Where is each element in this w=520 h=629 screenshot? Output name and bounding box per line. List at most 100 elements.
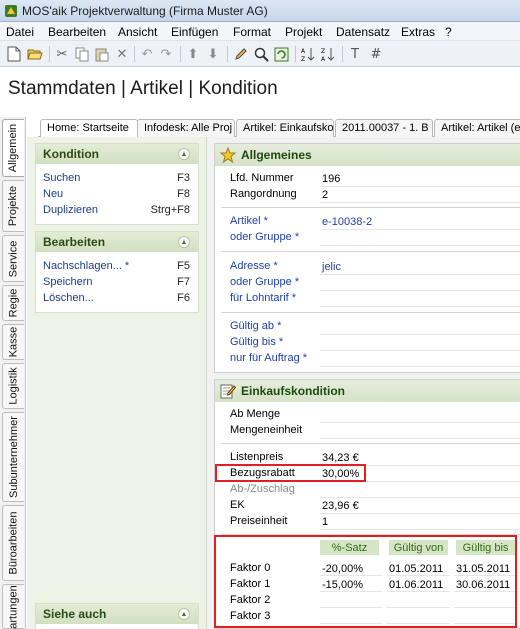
menu-bearbeiten[interactable]: Bearbeiten [48, 25, 106, 39]
mengeneinheit-field[interactable] [320, 424, 520, 439]
siehe-auch-header[interactable]: Siehe auch ▲ [36, 604, 198, 624]
redo-icon[interactable]: ↷ [157, 45, 175, 63]
kondition-box: Kondition ▲ Suchen F3 Neu F8 Duplizieren… [35, 143, 199, 225]
tab-projekt[interactable]: 2011.00037 - 1. B [335, 119, 433, 137]
vtab-label: Allgemein [7, 123, 20, 173]
vtab-label: Logistik [7, 367, 20, 405]
duplizieren-link[interactable]: Duplizieren [43, 204, 98, 216]
einkaufskondition-header[interactable]: Einkaufskondition [215, 380, 520, 402]
vtab-wartungen[interactable]: artungen [2, 584, 24, 629]
auftrag-label[interactable]: nur für Auftrag * [230, 352, 307, 364]
ab-menge-field[interactable] [320, 408, 520, 423]
preiseinheit-field[interactable]: 1 [320, 515, 520, 530]
kondition-header[interactable]: Kondition ▲ [36, 144, 198, 164]
shortcut-label: F3 [177, 172, 190, 184]
tab-infodesk[interactable]: Infodesk: Alle Proj [137, 119, 235, 137]
highlight-faktor-table [214, 535, 517, 628]
new-document-icon[interactable] [5, 45, 23, 63]
vtab-label: Projekte [7, 185, 20, 227]
menu-projekt[interactable]: Projekt [285, 25, 322, 39]
lohntarif-field[interactable] [320, 292, 520, 307]
copy-icon[interactable] [73, 45, 91, 63]
ek-field[interactable]: 23,96 € [320, 499, 520, 514]
siehe-auch-title: Siehe auch [43, 607, 107, 621]
refresh-icon[interactable] [272, 45, 290, 63]
vtab-logistik[interactable]: Logistik [2, 363, 24, 409]
artikel-label[interactable]: Artikel * [230, 215, 268, 227]
oder-gruppe-label[interactable]: oder Gruppe * [230, 276, 299, 288]
vtab-allgemein[interactable]: Allgemein [2, 119, 24, 177]
listenpreis-label: Listenpreis [230, 451, 284, 463]
tab-artikel[interactable]: Artikel: Artikel (e [434, 119, 520, 137]
delete-icon[interactable]: ✕ [113, 45, 131, 63]
vtab-regie[interactable]: Regie [2, 285, 24, 321]
app-icon [5, 5, 17, 17]
collapse-icon[interactable]: ▲ [178, 236, 190, 248]
adresse-label[interactable]: Adresse * [230, 260, 278, 272]
menu-einfuegen[interactable]: Einfügen [171, 25, 218, 39]
collapse-icon[interactable]: ▲ [178, 608, 190, 620]
allgemeines-title: Allgemeines [241, 148, 312, 162]
vtab-projekte[interactable]: Projekte [2, 180, 24, 232]
text-icon[interactable]: T [346, 45, 364, 63]
vtab-subunternehmer[interactable]: Subunternehmer [2, 412, 24, 502]
divider [221, 251, 520, 252]
suchen-link[interactable]: Suchen [43, 172, 80, 184]
undo-icon[interactable]: ↶ [138, 45, 156, 63]
menu-bar: Datei Bearbeiten Ansicht Einfügen Format… [0, 22, 520, 41]
paste-icon[interactable] [93, 45, 111, 63]
tab-artikel-einkauf[interactable]: Artikel: Einkaufsko [236, 119, 334, 137]
shortcut-label: F7 [177, 276, 190, 288]
oder-gruppe-field[interactable] [320, 276, 520, 291]
vtab-bueroarbeiten[interactable]: Büroarbeiten [2, 505, 24, 581]
oder-gruppe-label[interactable]: oder Gruppe * [230, 231, 299, 243]
vtab-kasse[interactable]: Kasse [2, 324, 24, 360]
title-bar: MOS'aik Projektverwaltung (Firma Muster … [0, 0, 520, 22]
speichern-link[interactable]: Speichern [43, 276, 93, 288]
oder-gruppe-field[interactable] [320, 231, 520, 246]
svg-text:A: A [301, 48, 306, 55]
allgemeines-header[interactable]: Allgemeines [215, 144, 520, 166]
neu-link[interactable]: Neu [43, 188, 63, 200]
menu-extras[interactable]: Extras [401, 25, 435, 39]
gueltig-bis-field[interactable] [320, 336, 520, 351]
preiseinheit-label: Preiseinheit [230, 515, 288, 527]
rangordnung-field[interactable]: 2 [320, 188, 520, 203]
sort-az-icon[interactable]: AZ [299, 45, 317, 63]
allgemeines-section: Allgemeines Lfd. Nummer 196 Rangordnung … [214, 143, 520, 373]
menu-help[interactable]: ? [445, 25, 452, 39]
menu-format[interactable]: Format [233, 25, 271, 39]
menu-ansicht[interactable]: Ansicht [118, 25, 157, 39]
highlight-bezugsrabatt [215, 464, 366, 482]
bearbeiten-header[interactable]: Bearbeiten ▲ [36, 232, 198, 252]
open-folder-icon[interactable] [26, 45, 44, 63]
edit-pencil-icon[interactable] [232, 45, 250, 63]
loeschen-link[interactable]: Löschen... [43, 292, 94, 304]
cut-icon[interactable]: ✂ [53, 45, 71, 63]
arrow-up-icon[interactable]: ⬆ [184, 45, 202, 63]
adresse-field[interactable]: jelic [320, 260, 520, 275]
arrow-down-icon[interactable]: ⬇ [204, 45, 222, 63]
sort-za-icon[interactable]: ZA [319, 45, 337, 63]
menu-datensatz[interactable]: Datensatz [336, 25, 390, 39]
window-title: MOS'aik Projektverwaltung (Firma Muster … [22, 4, 268, 18]
tab-home[interactable]: Home: Startseite [40, 119, 138, 138]
svg-text:Z: Z [321, 48, 325, 55]
vtab-label: Büroarbeiten [7, 511, 20, 575]
search-icon[interactable] [252, 45, 270, 63]
lohntarif-label[interactable]: für Lohntarif * [230, 292, 296, 304]
artikel-field[interactable]: e-10038-2 [320, 215, 520, 230]
shortcut-label: F6 [177, 292, 190, 304]
collapse-icon[interactable]: ▲ [178, 148, 190, 160]
auftrag-field[interactable] [320, 352, 520, 367]
gueltig-bis-label[interactable]: Gültig bis * [230, 336, 283, 348]
gueltig-ab-label[interactable]: Gültig ab * [230, 320, 281, 332]
menu-datei[interactable]: Datei [6, 25, 34, 39]
rangordnung-label: Rangordnung [230, 188, 297, 200]
gueltig-ab-field[interactable] [320, 320, 520, 335]
vtab-service[interactable]: Service [2, 235, 24, 282]
nachschlagen-link[interactable]: Nachschlagen... * [43, 260, 129, 272]
hash-icon[interactable]: # [367, 45, 385, 63]
svg-text:Z: Z [301, 56, 305, 62]
lfd-nummer-field[interactable]: 196 [320, 172, 520, 187]
